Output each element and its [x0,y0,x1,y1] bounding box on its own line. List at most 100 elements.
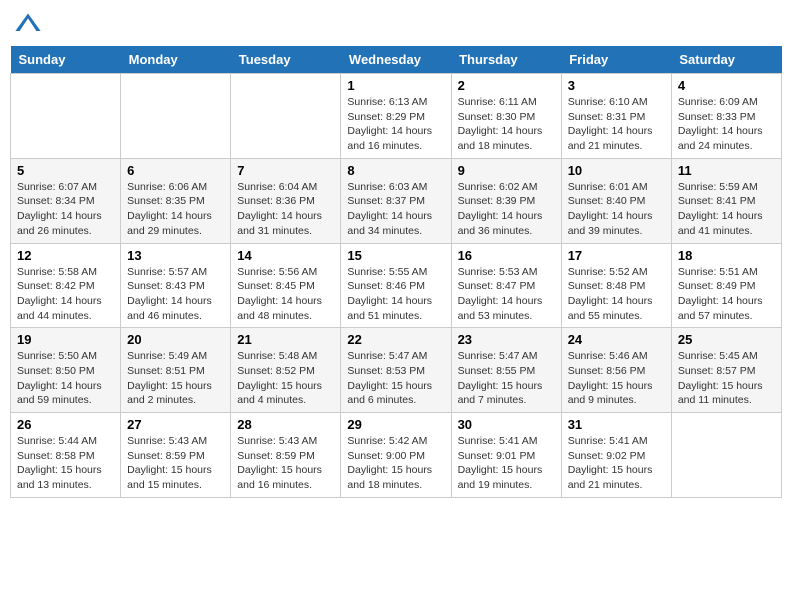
day-info: Sunrise: 5:57 AM Sunset: 8:43 PM Dayligh… [127,265,224,324]
calendar-cell: 19 Sunrise: 5:50 AM Sunset: 8:50 PM Dayli… [11,328,121,413]
calendar-cell: 5 Sunrise: 6:07 AM Sunset: 8:34 PM Daylig… [11,158,121,243]
day-info: Sunrise: 6:06 AM Sunset: 8:35 PM Dayligh… [127,180,224,239]
calendar-cell: 21Sunrise: 5:48 AM Sunset: 8:52 PM Dayli… [231,328,341,413]
day-number: 6 [127,163,224,178]
calendar-cell: 27 Sunrise: 5:43 AM Sunset: 8:59 PM Dayli… [121,413,231,498]
day-number: 9 [458,163,555,178]
day-info: Sunrise: 6:02 AM Sunset: 8:39 PM Dayligh… [458,180,555,239]
calendar-cell: 14 Sunrise: 5:56 AM Sunset: 8:45 PM Dayli… [231,243,341,328]
calendar-cell: 20 Sunrise: 5:49 AM Sunset: 8:51 PM Dayli… [121,328,231,413]
day-info: Sunrise: 5:56 AM Sunset: 8:45 PM Dayligh… [237,265,334,324]
calendar-cell: 25 Sunrise: 5:45 AM Sunset: 8:57 PM Dayli… [671,328,781,413]
day-number: 7 [237,163,334,178]
calendar-cell: 13 Sunrise: 5:57 AM Sunset: 8:43 PM Dayli… [121,243,231,328]
day-info: Sunrise: 5:44 AM Sunset: 8:58 PM Dayligh… [17,434,114,493]
calendar-cell: 22 Sunrise: 5:47 AM Sunset: 8:53 PM Dayli… [341,328,451,413]
calendar-cell: 30 Sunrise: 5:41 AM Sunset: 9:01 PM Dayli… [451,413,561,498]
calendar-cell: 15 Sunrise: 5:55 AM Sunset: 8:46 PM Dayli… [341,243,451,328]
calendar-header-row: SundayMondayTuesdayWednesdayThursdayFrid… [11,46,782,74]
calendar-cell [121,74,231,159]
day-number: 15 [347,248,444,263]
day-info: Sunrise: 5:58 AM Sunset: 8:42 PM Dayligh… [17,265,114,324]
day-number: 12 [17,248,114,263]
day-number: 14 [237,248,334,263]
day-number: 18 [678,248,775,263]
day-info: Sunrise: 5:45 AM Sunset: 8:57 PM Dayligh… [678,349,775,408]
day-info: Sunrise: 5:53 AM Sunset: 8:47 PM Dayligh… [458,265,555,324]
day-number: 2 [458,78,555,93]
day-number: 5 [17,163,114,178]
day-info: Sunrise: 5:55 AM Sunset: 8:46 PM Dayligh… [347,265,444,324]
calendar-cell [671,413,781,498]
day-info: Sunrise: 5:52 AM Sunset: 8:48 PM Dayligh… [568,265,665,324]
calendar-cell: 8Sunrise: 6:03 AM Sunset: 8:37 PM Daylig… [341,158,451,243]
day-info: Sunrise: 5:50 AM Sunset: 8:50 PM Dayligh… [17,349,114,408]
day-info: Sunrise: 5:47 AM Sunset: 8:55 PM Dayligh… [458,349,555,408]
day-info: Sunrise: 6:07 AM Sunset: 8:34 PM Dayligh… [17,180,114,239]
calendar-cell [11,74,121,159]
day-info: Sunrise: 5:49 AM Sunset: 8:51 PM Dayligh… [127,349,224,408]
day-of-week-header: Tuesday [231,46,341,74]
day-number: 30 [458,417,555,432]
day-number: 22 [347,332,444,347]
day-info: Sunrise: 6:10 AM Sunset: 8:31 PM Dayligh… [568,95,665,154]
day-number: 28 [237,417,334,432]
day-info: Sunrise: 5:41 AM Sunset: 9:01 PM Dayligh… [458,434,555,493]
day-info: Sunrise: 5:42 AM Sunset: 9:00 PM Dayligh… [347,434,444,493]
calendar-cell: 24 Sunrise: 5:46 AM Sunset: 8:56 PM Dayli… [561,328,671,413]
day-number: 29 [347,417,444,432]
day-info: Sunrise: 5:43 AM Sunset: 8:59 PM Dayligh… [127,434,224,493]
day-number: 11 [678,163,775,178]
day-number: 13 [127,248,224,263]
calendar-cell: 16 Sunrise: 5:53 AM Sunset: 8:47 PM Dayli… [451,243,561,328]
day-info: Sunrise: 6:01 AM Sunset: 8:40 PM Dayligh… [568,180,665,239]
day-info: Sunrise: 5:59 AM Sunset: 8:41 PM Dayligh… [678,180,775,239]
day-of-week-header: Friday [561,46,671,74]
calendar-table: SundayMondayTuesdayWednesdayThursdayFrid… [10,46,782,498]
day-number: 3 [568,78,665,93]
day-number: 26 [17,417,114,432]
day-number: 10 [568,163,665,178]
calendar-cell: 6 Sunrise: 6:06 AM Sunset: 8:35 PM Daylig… [121,158,231,243]
day-number: 19 [17,332,114,347]
day-info: Sunrise: 5:47 AM Sunset: 8:53 PM Dayligh… [347,349,444,408]
calendar-week-row: 19 Sunrise: 5:50 AM Sunset: 8:50 PM Dayli… [11,328,782,413]
day-number: 23 [458,332,555,347]
day-number: 20 [127,332,224,347]
calendar-cell: 9 Sunrise: 6:02 AM Sunset: 8:39 PM Daylig… [451,158,561,243]
calendar-cell: 2 Sunrise: 6:11 AM Sunset: 8:30 PM Daylig… [451,74,561,159]
day-number: 16 [458,248,555,263]
day-info: Sunrise: 6:04 AM Sunset: 8:36 PM Dayligh… [237,180,334,239]
calendar-cell: 23 Sunrise: 5:47 AM Sunset: 8:55 PM Dayli… [451,328,561,413]
calendar-week-row: 26 Sunrise: 5:44 AM Sunset: 8:58 PM Dayli… [11,413,782,498]
day-info: Sunrise: 5:41 AM Sunset: 9:02 PM Dayligh… [568,434,665,493]
page-header [10,10,782,38]
day-of-week-header: Wednesday [341,46,451,74]
day-number: 17 [568,248,665,263]
calendar-cell [231,74,341,159]
calendar-week-row: 12 Sunrise: 5:58 AM Sunset: 8:42 PM Dayli… [11,243,782,328]
calendar-cell: 10 Sunrise: 6:01 AM Sunset: 8:40 PM Dayli… [561,158,671,243]
day-info: Sunrise: 6:11 AM Sunset: 8:30 PM Dayligh… [458,95,555,154]
day-number: 21 [237,332,334,347]
calendar-cell: 29 Sunrise: 5:42 AM Sunset: 9:00 PM Dayli… [341,413,451,498]
calendar-cell: 4 Sunrise: 6:09 AM Sunset: 8:33 PM Daylig… [671,74,781,159]
day-number: 27 [127,417,224,432]
calendar-cell: 1 Sunrise: 6:13 AM Sunset: 8:29 PM Daylig… [341,74,451,159]
day-number: 4 [678,78,775,93]
calendar-cell: 11 Sunrise: 5:59 AM Sunset: 8:41 PM Dayli… [671,158,781,243]
calendar-cell: 17 Sunrise: 5:52 AM Sunset: 8:48 PM Dayli… [561,243,671,328]
calendar-cell: 7 Sunrise: 6:04 AM Sunset: 8:36 PM Daylig… [231,158,341,243]
day-info: Sunrise: 5:46 AM Sunset: 8:56 PM Dayligh… [568,349,665,408]
day-info: Sunrise: 6:13 AM Sunset: 8:29 PM Dayligh… [347,95,444,154]
day-number: 24 [568,332,665,347]
logo-icon [14,10,42,38]
day-info: Sunrise: 5:51 AM Sunset: 8:49 PM Dayligh… [678,265,775,324]
day-number: 25 [678,332,775,347]
calendar-cell: 31Sunrise: 5:41 AM Sunset: 9:02 PM Dayli… [561,413,671,498]
day-info: Sunrise: 6:09 AM Sunset: 8:33 PM Dayligh… [678,95,775,154]
calendar-week-row: 5 Sunrise: 6:07 AM Sunset: 8:34 PM Daylig… [11,158,782,243]
day-info: Sunrise: 5:43 AM Sunset: 8:59 PM Dayligh… [237,434,334,493]
day-of-week-header: Saturday [671,46,781,74]
day-number: 1 [347,78,444,93]
